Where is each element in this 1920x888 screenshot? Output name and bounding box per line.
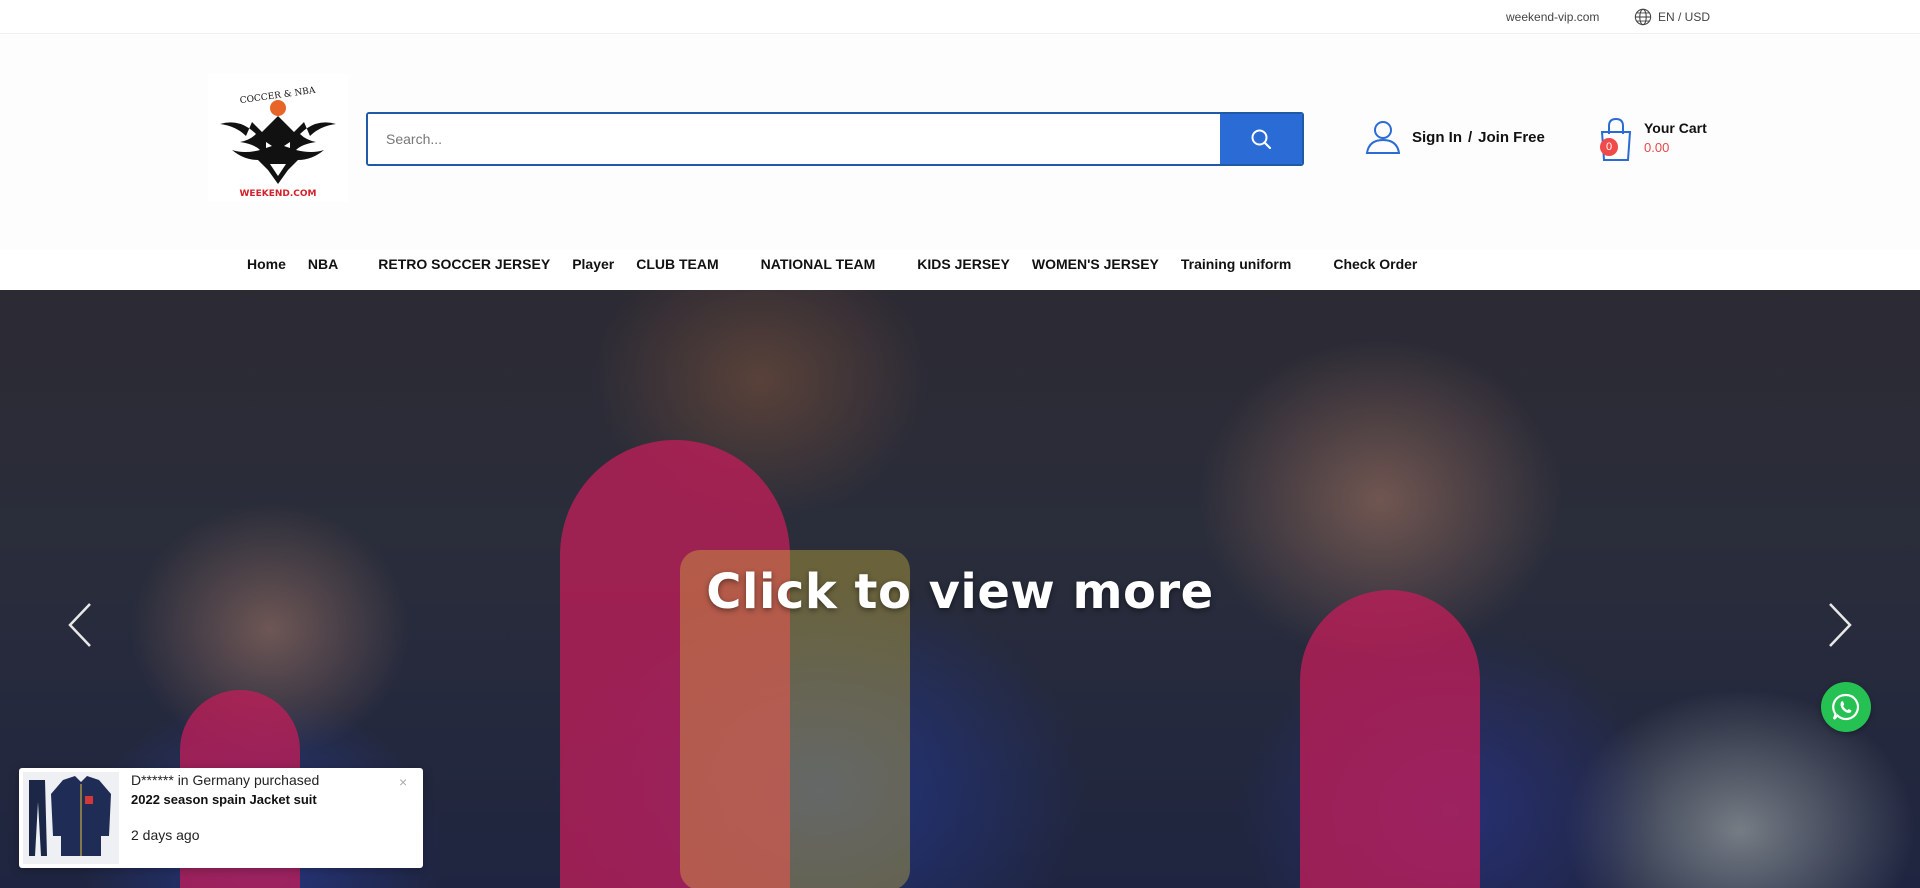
nav-item-check-order[interactable]: Check Order (1333, 256, 1417, 272)
nav-item-nba[interactable]: NBA (308, 256, 338, 272)
carousel-next-button[interactable] (1818, 600, 1858, 650)
wolf-logo-icon: COCCER & NBA WEEKEND.COM (220, 86, 336, 199)
purchase-buyer-text: D****** in Germany purchased (131, 772, 320, 788)
whatsapp-chat-button[interactable] (1821, 682, 1871, 732)
hero-photo-shape (1300, 590, 1480, 888)
hero-caption[interactable]: Click to view more (0, 564, 1920, 620)
locale-label: EN / USD (1658, 10, 1711, 24)
logo-bottom-text: WEEKEND.COM (240, 189, 317, 199)
account-separator: / (1468, 128, 1473, 146)
top-bar: weekend-vip.com EN / USD (0, 0, 1920, 34)
nav-item-retro-soccer-jersey[interactable]: RETRO SOCCER JERSEY (378, 256, 550, 272)
nav-item-home[interactable]: Home (247, 256, 286, 272)
cart-bag: 0 (1598, 116, 1634, 162)
language-currency-selector[interactable]: EN / USD (1634, 8, 1710, 26)
recent-purchase-popup[interactable]: D****** in Germany purchased 2022 season… (19, 768, 423, 868)
search-bar (366, 112, 1304, 166)
main-navigation: Home NBA RETRO SOCCER JERSEY Player CLUB… (0, 250, 1920, 290)
chevron-left-icon (68, 603, 91, 647)
product-thumbnail[interactable] (23, 772, 119, 864)
account-links: Sign In / Join Free (1364, 120, 1545, 154)
site-logo[interactable]: COCCER & NBA WEEKEND.COM (208, 74, 348, 202)
join-free-link[interactable]: Join Free (1478, 129, 1545, 146)
site-domain[interactable]: weekend-vip.com (1506, 10, 1599, 24)
nav-item-player[interactable]: Player (572, 256, 614, 272)
search-button[interactable] (1220, 114, 1302, 164)
cart-title: Your Cart (1644, 120, 1707, 136)
cart-widget[interactable]: 0 Your Cart 0.00 (1598, 116, 1718, 166)
cart-count-badge: 0 (1600, 138, 1618, 156)
whatsapp-icon (1832, 693, 1860, 721)
purchase-product-name[interactable]: 2022 season spain Jacket suit (131, 792, 317, 807)
nav-item-national-team[interactable]: NATIONAL TEAM (761, 256, 876, 272)
nav-item-club-team[interactable]: CLUB TEAM (636, 256, 718, 272)
nav-item-training-uniform[interactable]: Training uniform (1181, 256, 1291, 272)
jacket-suit-image (29, 776, 111, 856)
nav-item-kids-jersey[interactable]: KIDS JERSEY (917, 256, 1010, 272)
chevron-right-icon (1829, 603, 1852, 647)
globe-icon (1634, 8, 1652, 26)
purchase-time: 2 days ago (131, 827, 200, 843)
nav-item-womens-jersey[interactable]: WOMEN'S JERSEY (1032, 256, 1159, 272)
search-input[interactable] (368, 114, 1220, 164)
sign-in-link[interactable]: Sign In (1412, 129, 1462, 146)
carousel-prev-button[interactable] (62, 600, 102, 650)
cart-amount: 0.00 (1644, 140, 1670, 155)
search-icon (1251, 129, 1272, 150)
close-icon[interactable]: × (399, 774, 407, 790)
site-header: COCCER & NBA WEEKEND.COM Sign In / Join Fr… (0, 34, 1920, 254)
user-icon (1365, 121, 1401, 154)
